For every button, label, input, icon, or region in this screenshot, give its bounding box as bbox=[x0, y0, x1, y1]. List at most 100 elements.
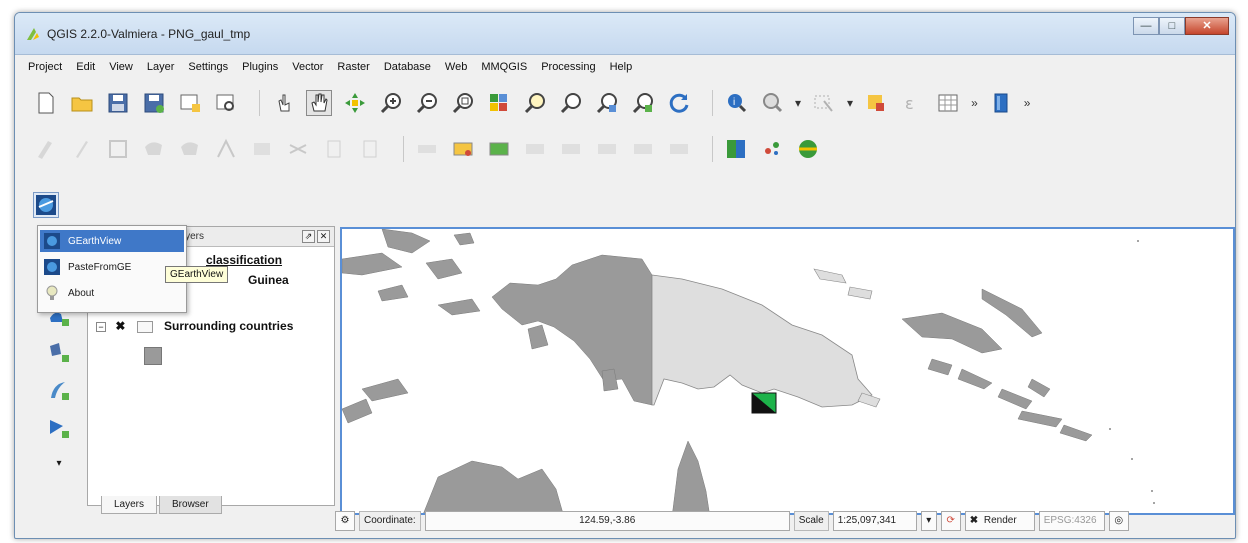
menu-plugins[interactable]: Plugins bbox=[235, 58, 285, 78]
tab-browser[interactable]: Browser bbox=[159, 496, 222, 514]
maximize-button[interactable]: □ bbox=[1159, 17, 1185, 35]
layer-classification-label[interactable]: classification bbox=[206, 253, 282, 267]
add-wms-layer-icon[interactable] bbox=[47, 416, 71, 440]
layer-surrounding-countries[interactable]: − ✖ Surrounding countries bbox=[96, 319, 293, 333]
gearthview-small-icon[interactable] bbox=[795, 136, 821, 162]
png-island bbox=[857, 392, 881, 408]
add-delimited-text-icon[interactable] bbox=[47, 378, 71, 402]
node-tool-icon[interactable] bbox=[213, 136, 239, 162]
crs-status-icon[interactable]: ◎ bbox=[1108, 511, 1129, 531]
refresh-icon[interactable] bbox=[666, 90, 692, 116]
zoom-last-icon[interactable] bbox=[522, 90, 548, 116]
scale-combo[interactable]: 1:25,097,341 bbox=[832, 511, 917, 531]
menu-item-about[interactable]: About bbox=[40, 282, 184, 304]
menu-item-gearthview[interactable]: GEarthView bbox=[40, 230, 184, 252]
menu-help[interactable]: Help bbox=[603, 58, 640, 78]
menu-vector[interactable]: Vector bbox=[285, 58, 330, 78]
dropdown-arrow-icon[interactable]: ▾ bbox=[847, 96, 853, 110]
field-calculator-icon[interactable]: ε bbox=[899, 90, 925, 116]
menu-item-pastefromge[interactable]: PasteFromGE bbox=[40, 256, 184, 278]
copy-icon[interactable] bbox=[321, 136, 347, 162]
map-canvas[interactable] bbox=[340, 227, 1235, 515]
land-new-britain bbox=[901, 312, 1003, 354]
save-edits-icon[interactable] bbox=[105, 136, 131, 162]
float-panel-button[interactable]: ⇗ bbox=[302, 230, 315, 243]
menu-processing[interactable]: Processing bbox=[534, 58, 602, 78]
label-icon[interactable] bbox=[414, 136, 440, 162]
more-tools-icon[interactable]: » bbox=[1024, 96, 1031, 110]
menu-mmqgis[interactable]: MMQGIS bbox=[474, 58, 534, 78]
close-button[interactable]: ✕ bbox=[1185, 17, 1229, 35]
toggle-editing-icon[interactable] bbox=[69, 136, 95, 162]
menu-layer[interactable]: Layer bbox=[140, 58, 182, 78]
change-label-icon[interactable] bbox=[594, 136, 620, 162]
messages-icon[interactable]: ⚙ bbox=[335, 511, 355, 531]
measure-icon[interactable] bbox=[759, 90, 785, 116]
menu-raster[interactable]: Raster bbox=[330, 58, 376, 78]
touch-icon[interactable] bbox=[270, 90, 296, 116]
more-tools-icon[interactable]: » bbox=[971, 96, 978, 110]
globe-icon[interactable] bbox=[759, 136, 785, 162]
menu-database[interactable]: Database bbox=[377, 58, 438, 78]
crs-button[interactable]: EPSG:4326 bbox=[1038, 511, 1105, 531]
attribute-table-icon[interactable] bbox=[935, 90, 961, 116]
menu-project[interactable]: Project bbox=[21, 58, 69, 78]
zoom-to-layer-icon[interactable] bbox=[486, 90, 512, 116]
label-config-icon[interactable] bbox=[630, 136, 656, 162]
select-icon[interactable] bbox=[811, 90, 837, 116]
collapse-icon[interactable]: − bbox=[96, 321, 106, 332]
pin-label-icon[interactable] bbox=[450, 136, 476, 162]
move-label-icon[interactable] bbox=[522, 136, 548, 162]
tab-layers[interactable]: Layers bbox=[101, 496, 158, 514]
add-feature-icon[interactable] bbox=[141, 136, 167, 162]
zoom-native-icon[interactable] bbox=[594, 90, 620, 116]
layer-visibility-checkbox[interactable]: ✖ bbox=[115, 320, 127, 333]
show-hide-label-icon[interactable] bbox=[486, 136, 512, 162]
cut-icon[interactable] bbox=[285, 136, 311, 162]
move-feature-icon[interactable] bbox=[177, 136, 203, 162]
coordinate-field[interactable]: 124.59,-3.86 bbox=[424, 511, 790, 531]
new-print-composer-icon[interactable] bbox=[177, 90, 203, 116]
gearthview-plugin-icon[interactable] bbox=[33, 192, 59, 218]
zoom-selection-icon[interactable] bbox=[630, 90, 656, 116]
menu-view[interactable]: View bbox=[102, 58, 140, 78]
toolbar-separator bbox=[403, 136, 404, 162]
save-icon[interactable] bbox=[105, 90, 131, 116]
toolbar-separator bbox=[259, 90, 260, 116]
coordinate-label: Coordinate: bbox=[359, 511, 421, 531]
scale-dropdown-icon[interactable]: ▾ bbox=[920, 511, 937, 531]
open-folder-icon[interactable] bbox=[69, 90, 95, 116]
menu-settings[interactable]: Settings bbox=[181, 58, 235, 78]
pan-hand-icon[interactable] bbox=[306, 90, 332, 116]
python-console-icon[interactable] bbox=[723, 136, 749, 162]
delete-selected-icon[interactable] bbox=[249, 136, 275, 162]
deselect-icon[interactable] bbox=[863, 90, 889, 116]
identify-icon[interactable]: i bbox=[723, 90, 749, 116]
paste-icon[interactable] bbox=[357, 136, 383, 162]
render-checkbox[interactable]: ✖ Render bbox=[964, 511, 1035, 531]
new-project-icon[interactable] bbox=[33, 90, 59, 116]
rotate-label-icon[interactable] bbox=[558, 136, 584, 162]
add-raster-layer-icon[interactable] bbox=[47, 340, 71, 364]
minimize-button[interactable]: — bbox=[1133, 17, 1159, 35]
layer-surrounding-label: Surrounding countries bbox=[164, 319, 294, 333]
rotation-icon[interactable]: ⟳ bbox=[940, 511, 961, 531]
dropdown-arrow-icon[interactable]: ▾ bbox=[795, 96, 801, 110]
save-as-icon[interactable] bbox=[141, 90, 167, 116]
label-properties-icon[interactable] bbox=[666, 136, 692, 162]
zoom-in-icon[interactable] bbox=[378, 90, 404, 116]
help-icon[interactable] bbox=[988, 90, 1014, 116]
expand-more-icon[interactable]: ▾ bbox=[47, 458, 71, 482]
zoom-next-icon[interactable] bbox=[558, 90, 584, 116]
menu-web[interactable]: Web bbox=[438, 58, 474, 78]
current-edits-icon[interactable] bbox=[33, 136, 59, 162]
gearthview-tooltip: GEarthView bbox=[165, 266, 229, 283]
zoom-out-icon[interactable] bbox=[414, 90, 440, 116]
land-island bbox=[377, 284, 409, 302]
close-panel-button[interactable]: ✕ bbox=[317, 230, 330, 243]
zoom-full-icon[interactable] bbox=[450, 90, 476, 116]
pan-to-selection-icon[interactable] bbox=[342, 90, 368, 116]
layer-guinea-label[interactable]: Guinea bbox=[248, 273, 289, 287]
composer-manager-icon[interactable] bbox=[213, 90, 239, 116]
menu-edit[interactable]: Edit bbox=[69, 58, 102, 78]
